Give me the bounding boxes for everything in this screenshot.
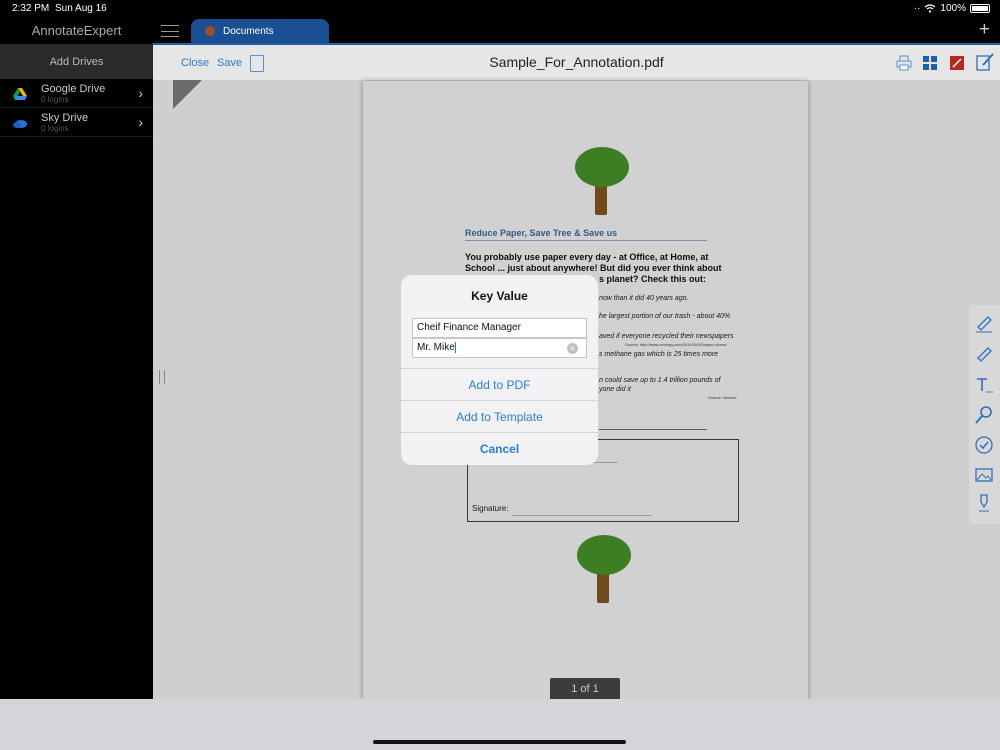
wifi-icon: [925, 4, 936, 13]
menu-icon[interactable]: [161, 25, 179, 37]
page-indicator: 1 of 1: [550, 678, 620, 699]
sidebar-item-sky-drive[interactable]: Sky Drive 0 logins ›: [0, 108, 153, 137]
home-indicator[interactable]: [373, 740, 626, 744]
dialog-title: Key Value: [471, 289, 528, 303]
app-title: AnnotateExpert: [31, 23, 122, 38]
add-tab-icon[interactable]: +: [979, 19, 990, 41]
clear-icon[interactable]: ×: [567, 343, 578, 354]
highlighter-icon[interactable]: [974, 313, 994, 333]
signal-icon: ··: [913, 3, 921, 14]
document-toolbar: Close Save Sample_For_Annotation.pdf: [153, 45, 1000, 80]
value-field-text: Mr. Mike: [417, 342, 455, 354]
panel-resize-handle[interactable]: [159, 370, 165, 384]
sky-drive-icon: [13, 120, 27, 128]
annotation-toolbar: [969, 305, 1000, 524]
status-date: Sun Aug 16: [55, 3, 107, 14]
tab-bar: Documents +: [153, 17, 1000, 43]
checkmark-icon[interactable]: [974, 435, 994, 455]
drive-logins: 0 logins: [41, 95, 69, 104]
print-icon[interactable]: [896, 55, 912, 71]
add-to-template-button[interactable]: Add to Template: [401, 400, 598, 432]
key-value-dialog: Key Value Cheif Finance Manager Mr. Mike…: [401, 275, 598, 465]
document-title: Sample_For_Annotation.pdf: [489, 54, 664, 70]
add-to-pdf-button[interactable]: Add to PDF: [401, 368, 598, 400]
pen-icon[interactable]: [974, 344, 994, 364]
tab-documents[interactable]: Documents: [191, 19, 329, 43]
battery-icon: [970, 4, 990, 13]
value-field[interactable]: Mr. Mike ×: [412, 338, 587, 358]
document-tab-icon: [205, 26, 215, 36]
page-corner-fold: [173, 80, 202, 109]
add-drives-button[interactable]: Add Drives: [0, 44, 153, 79]
chevron-right-icon: ›: [138, 85, 143, 101]
image-icon[interactable]: [974, 465, 994, 485]
status-time: 2:32 PM: [12, 3, 50, 14]
annotate-pen-icon[interactable]: [975, 52, 995, 72]
battery-percent: 100%: [940, 3, 966, 14]
key-field[interactable]: Cheif Finance Manager: [412, 318, 587, 338]
drive-name: Google Drive: [41, 83, 106, 95]
drive-name: Sky Drive: [41, 112, 89, 124]
search-icon[interactable]: [974, 405, 994, 425]
signature-pen-icon[interactable]: [974, 493, 994, 513]
grid-view-icon[interactable]: [922, 55, 938, 71]
status-bar: 2:32 PM Sun Aug 16 ·· 100%: [0, 0, 1000, 17]
sidebar-item-google-drive[interactable]: Google Drive 0 logins ›: [0, 79, 153, 108]
sidebar: AnnotateExpert Add Drives Google Drive 0…: [0, 17, 153, 750]
app-window: 2:32 PM Sun Aug 16 ·· 100% AnnotateExper…: [0, 0, 1000, 750]
chevron-right-icon: ›: [138, 114, 143, 130]
pdf-icon[interactable]: [949, 55, 965, 71]
status-right: ·· 100%: [914, 3, 990, 14]
cancel-button[interactable]: Cancel: [401, 432, 598, 464]
tab-label: Documents: [223, 25, 274, 37]
google-drive-icon: [13, 88, 27, 100]
text-tool-icon[interactable]: [974, 375, 994, 395]
drive-logins: 0 logins: [41, 124, 69, 133]
text-caret: [454, 342, 456, 353]
